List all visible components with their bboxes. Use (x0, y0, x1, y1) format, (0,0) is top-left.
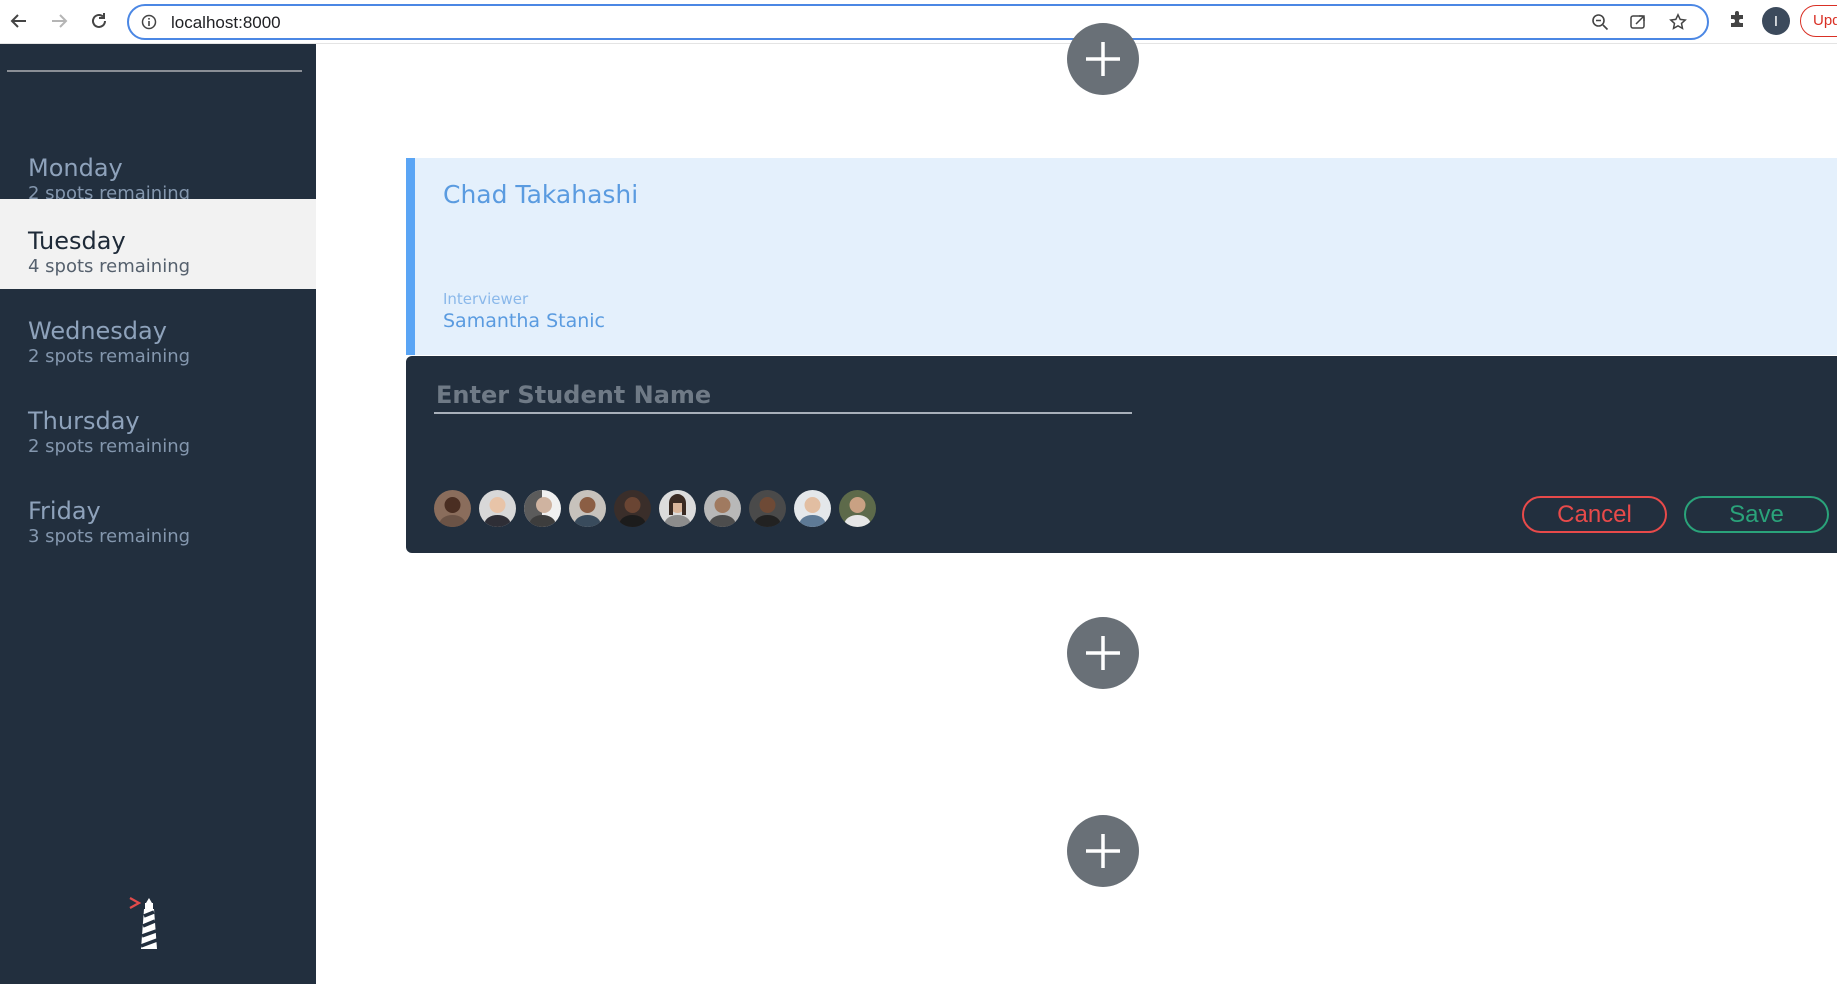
interviewer-avatar[interactable] (434, 490, 471, 527)
interviewer-avatar[interactable] (749, 490, 786, 527)
day-spots: 3 spots remaining (28, 526, 191, 547)
forward-icon[interactable] (46, 8, 72, 34)
url-text: localhost:8000 (171, 13, 281, 32)
interviewer-avatar[interactable] (704, 490, 741, 527)
day-name: Friday (28, 497, 101, 525)
reload-icon[interactable] (86, 8, 112, 34)
interviewer-avatar[interactable] (659, 490, 696, 527)
interviewer-avatar[interactable] (614, 490, 651, 527)
interviewer-avatar[interactable] (479, 490, 516, 527)
appointment-form: Cancel Save (406, 356, 1837, 553)
sidebar-item-friday[interactable]: Friday 3 spots remaining (0, 469, 316, 559)
appointment-card: Chad Takahashi Interviewer Samantha Stan… (406, 158, 1837, 355)
browser-toolbar: localhost:8000 I Upd (0, 0, 1837, 44)
student-name-input[interactable] (434, 378, 1132, 414)
lighthouse-logo-icon (127, 894, 167, 954)
cancel-button[interactable]: Cancel (1522, 496, 1667, 533)
update-button[interactable]: Upd (1800, 5, 1837, 37)
interviewer-name: Samantha Stanic (443, 310, 605, 332)
day-name: Wednesday (28, 317, 167, 345)
add-appointment-button[interactable] (1067, 617, 1139, 689)
interviewer-list (434, 490, 876, 527)
interviewer-avatar[interactable] (794, 490, 831, 527)
interviewer-label: Interviewer (443, 290, 529, 308)
sidebar: Monday 2 spots remaining Tuesday 4 spots… (0, 44, 316, 984)
day-name: Thursday (28, 407, 140, 435)
student-name: Chad Takahashi (443, 180, 639, 209)
extensions-icon[interactable] (1727, 9, 1747, 33)
sidebar-item-tuesday[interactable]: Tuesday 4 spots remaining (0, 199, 316, 289)
day-name: Tuesday (28, 227, 126, 255)
add-appointment-button[interactable] (1067, 23, 1139, 95)
bookmark-star-icon[interactable] (1669, 13, 1687, 35)
zoom-icon[interactable] (1591, 13, 1609, 35)
interviewer-avatar[interactable] (839, 490, 876, 527)
address-bar[interactable]: localhost:8000 (127, 4, 1709, 40)
sidebar-item-wednesday[interactable]: Wednesday 2 spots remaining (0, 289, 316, 379)
add-appointment-button[interactable] (1067, 815, 1139, 887)
sidebar-divider (7, 70, 302, 72)
interviewer-avatar[interactable] (569, 490, 606, 527)
share-icon[interactable] (1629, 13, 1647, 35)
day-spots: 4 spots remaining (28, 256, 191, 277)
interviewer-avatar[interactable] (524, 490, 561, 527)
day-name: Monday (28, 154, 123, 182)
site-info-icon[interactable] (141, 14, 157, 34)
profile-avatar[interactable]: I (1762, 7, 1790, 35)
sidebar-item-thursday[interactable]: Thursday 2 spots remaining (0, 379, 316, 469)
plus-icon (1086, 636, 1120, 670)
back-icon[interactable] (6, 8, 32, 34)
plus-icon (1086, 834, 1120, 868)
save-button[interactable]: Save (1684, 496, 1829, 533)
day-spots: 2 spots remaining (28, 346, 191, 367)
plus-icon (1086, 42, 1120, 76)
day-spots: 2 spots remaining (28, 436, 191, 457)
